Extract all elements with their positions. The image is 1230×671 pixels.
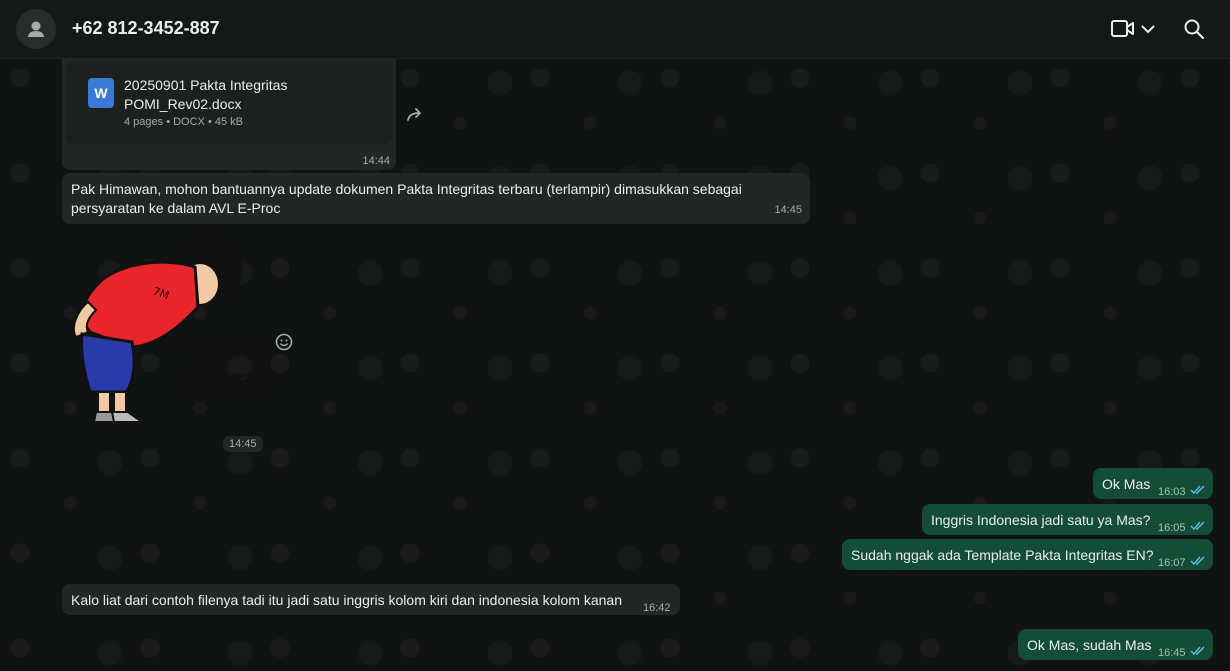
forward-icon[interactable]: [406, 107, 426, 123]
message-time: 16:05: [1158, 522, 1186, 534]
message-text: Ok Mas: [1102, 476, 1151, 492]
sticker-text-line1: TERIMA: [166, 331, 267, 364]
message-time: 14:44: [362, 155, 390, 167]
message-text: Kalo liat dari contoh filenya tadi itu j…: [71, 592, 622, 608]
message-text: Sudah nggak ada Template Pakta Integrita…: [851, 547, 1154, 563]
chevron-down-icon[interactable]: [1140, 23, 1156, 35]
outgoing-message: Inggris Indonesia jadi satu ya Mas? 16:0…: [922, 504, 1213, 535]
avatar-icon: [28, 21, 44, 37]
read-ticks-icon: [1190, 521, 1205, 531]
sticker-time: 14:45: [223, 436, 263, 452]
message-text: Ok Mas, sudah Mas: [1027, 637, 1152, 653]
contact-avatar[interactable]: [16, 9, 56, 49]
incoming-message: Pak Himawan, mohon bantuannya update dok…: [62, 173, 810, 224]
read-ticks-icon: [1190, 646, 1205, 656]
read-ticks-icon: [1190, 556, 1205, 566]
document-attachment[interactable]: W 20250901 Pakta Integritas POMI_Rev02.d…: [66, 62, 392, 144]
message-time: 14:45: [774, 204, 802, 216]
document-filename: 20250901 Pakta Integritas POMI_Rev02.doc…: [124, 77, 288, 112]
thank-you-sticker: 7M TERIMA KASIH: [72, 236, 267, 423]
outgoing-message: Sudah nggak ada Template Pakta Integrita…: [842, 539, 1213, 570]
outgoing-message: Ok Mas 16:03: [1093, 468, 1213, 499]
contact-name[interactable]: +62 812-3452-887: [72, 18, 220, 39]
emoji-reaction-icon[interactable]: [275, 333, 293, 351]
word-doc-icon: W: [88, 78, 114, 108]
message-time: 16:03: [1158, 486, 1186, 498]
sticker-text-line2: KASIH: [178, 368, 262, 401]
document-message: W 20250901 Pakta Integritas POMI_Rev02.d…: [62, 58, 396, 170]
incoming-message: Kalo liat dari contoh filenya tadi itu j…: [62, 584, 680, 615]
chat-header: +62 812-3452-887: [0, 0, 1230, 59]
message-text: Inggris Indonesia jadi satu ya Mas?: [931, 512, 1151, 528]
message-time: 16:45: [1158, 647, 1186, 659]
search-icon[interactable]: [1183, 18, 1205, 40]
document-meta: 4 pages • DOCX • 45 kB: [124, 116, 243, 128]
video-call-icon[interactable]: [1111, 19, 1135, 39]
sticker-message[interactable]: 7M TERIMA KASIH: [70, 232, 270, 427]
message-time: 16:07: [1158, 557, 1186, 569]
message-text: Pak Himawan, mohon bantuannya update dok…: [71, 181, 742, 216]
read-ticks-icon: [1190, 485, 1205, 495]
message-time: 16:42: [643, 602, 671, 614]
outgoing-message: Ok Mas, sudah Mas 16:45: [1018, 629, 1213, 660]
